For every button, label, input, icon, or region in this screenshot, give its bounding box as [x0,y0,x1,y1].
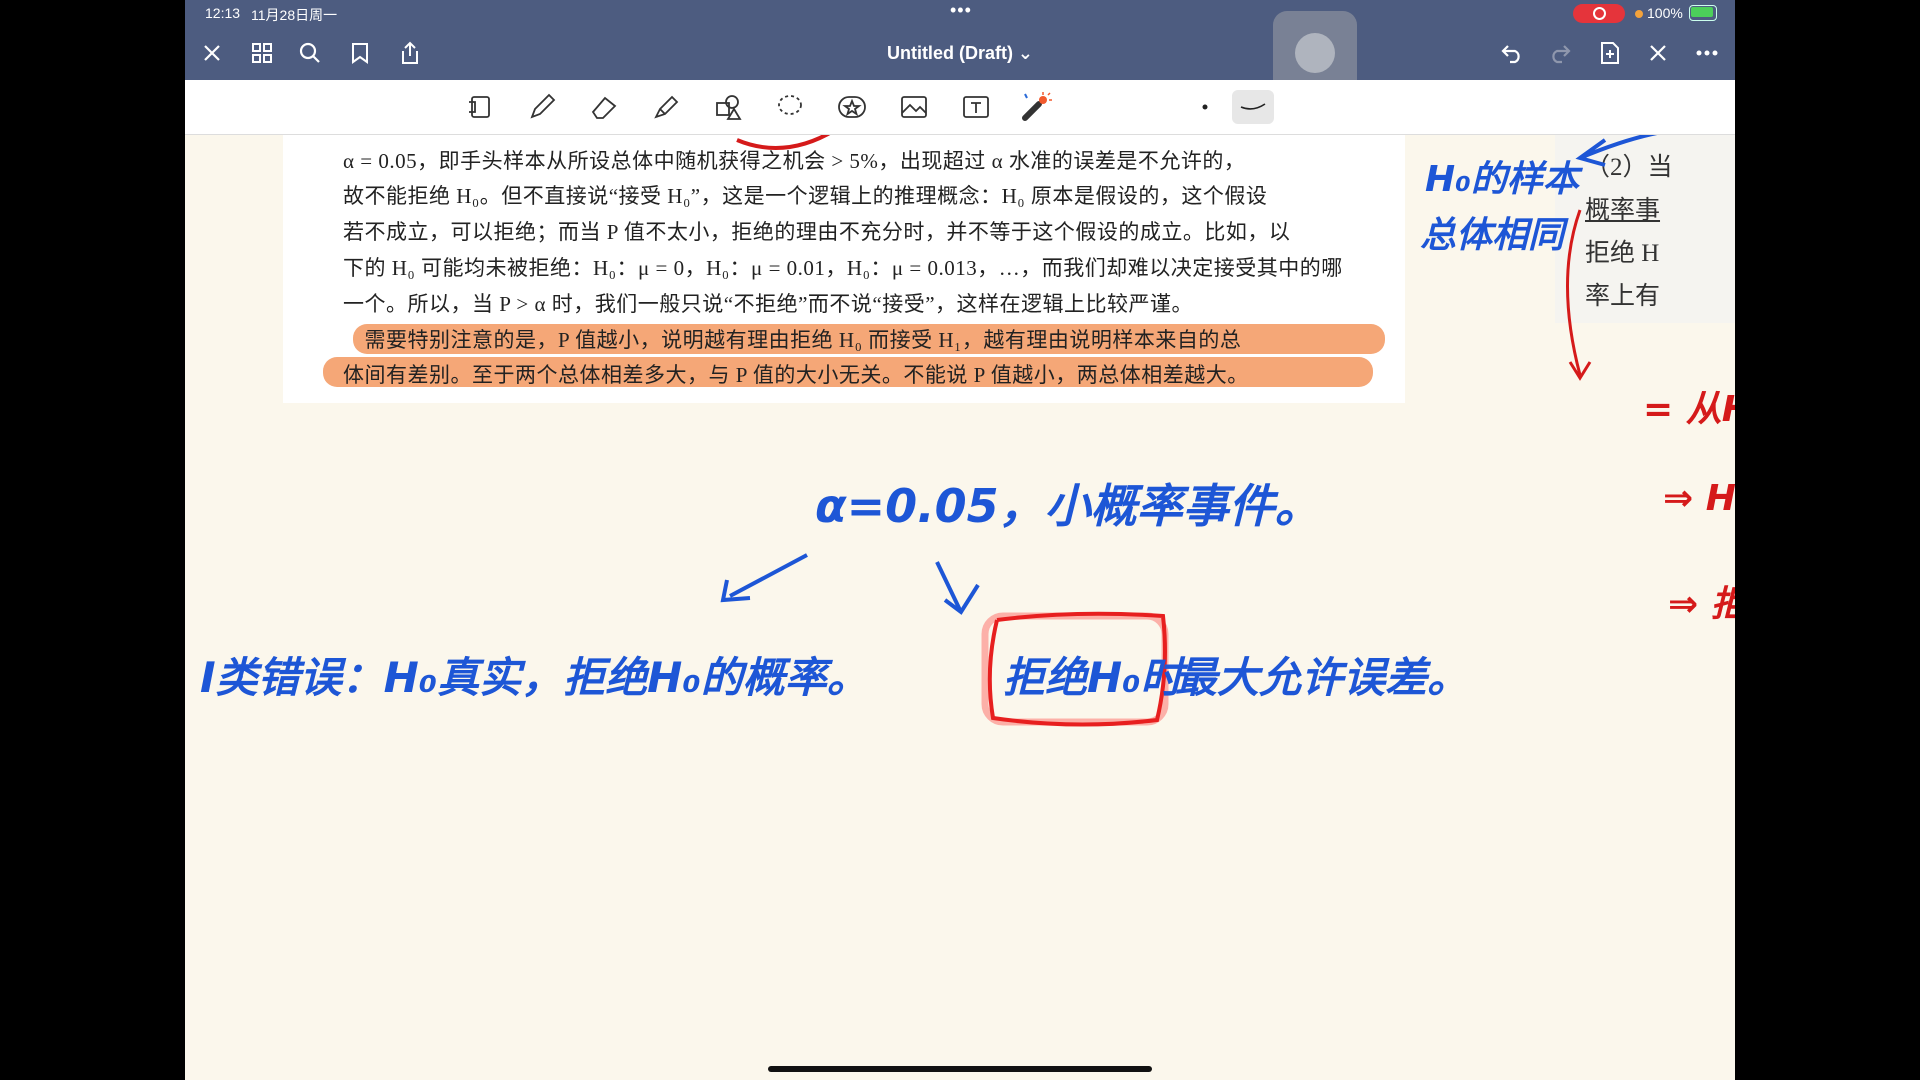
more-icon[interactable] [1692,38,1722,68]
page-layout-icon[interactable] [463,90,497,124]
undo-icon[interactable] [1497,38,1527,68]
screen-record-icon [1573,4,1625,23]
handwritten-alpha-note: α=0.05，小概率事件。 [815,479,1321,533]
home-indicator[interactable] [768,1066,1152,1072]
handwritten-max-error: 最大允许误差。 [1175,653,1470,702]
battery-icon [1689,5,1717,21]
handwritten-boxed-text: 拒绝H₀时 [1003,653,1183,702]
handwritten-red-note: ⇒ H [1663,478,1735,519]
tool-bar [185,80,1735,135]
shapes-icon[interactable] [711,90,745,124]
image-icon[interactable] [897,90,931,124]
handwritten-note: 总体相同 [1420,215,1565,256]
handwritten-red-note: ⇒ 拒 [1668,584,1735,625]
status-bar: 12:13 11月28日周一 ••• 100% [185,0,1735,27]
ipad-screen: α = 0.05，即手头样本从所设总体中随机获得之机会 > 5%，出现超过 α … [185,0,1735,1080]
add-page-icon[interactable] [1595,38,1625,68]
stroke-style-icon[interactable] [1232,90,1274,124]
redo-icon[interactable] [1545,38,1575,68]
handwritten-red-note: = 从H [1643,389,1735,430]
handwritten-note: H₀的样本 [1425,159,1579,200]
text-box-icon[interactable] [959,90,993,124]
handwritten-type1-error: I类错误：H₀真实，拒绝H₀的概率。 [200,653,869,702]
close-editor-icon[interactable] [1643,38,1673,68]
pen-icon[interactable] [525,90,559,124]
mic-indicator-icon [1635,10,1643,18]
dot-size-icon[interactable] [1188,90,1222,124]
sticker-icon[interactable] [835,90,869,124]
navigation-bar: 12:13 11月28日周一 ••• 100% Untitled (Draft)… [185,0,1735,95]
eraser-icon[interactable] [587,90,621,124]
status-date: 11月28日周一 [251,7,338,23]
lasso-icon[interactable] [773,90,807,124]
highlighter-icon[interactable] [649,90,683,124]
multitask-dots[interactable]: ••• [950,0,972,21]
laser-pointer-icon[interactable] [1019,90,1053,124]
battery-percentage: 100% [1647,5,1683,21]
status-time: 12:13 [205,5,241,21]
